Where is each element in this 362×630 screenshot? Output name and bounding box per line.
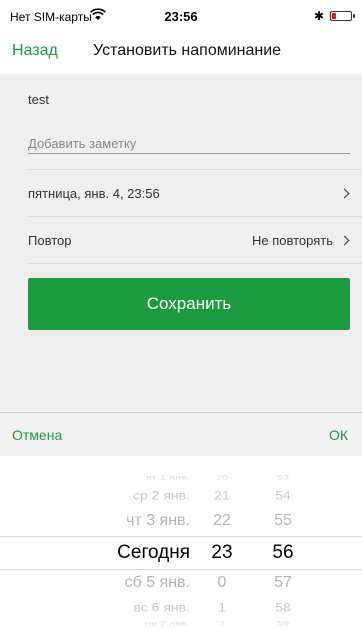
- picker-toolbar: Отмена ОК: [0, 412, 362, 456]
- picker-item: вт 1 янв.: [146, 474, 190, 482]
- cancel-button[interactable]: Отмена: [12, 427, 62, 443]
- minute-wheel[interactable]: 53 54 55 56 57 58 59: [258, 456, 308, 630]
- ok-button[interactable]: ОК: [329, 427, 348, 443]
- picker-item-selected: Сегодня: [117, 542, 190, 563]
- picker-item: 54: [275, 488, 291, 502]
- picker-item: 22: [213, 512, 231, 529]
- repeat-label: Повтор: [28, 232, 72, 248]
- battery-low-icon: [330, 11, 355, 21]
- divider: [28, 263, 362, 264]
- picker-item-selected: 23: [211, 542, 233, 563]
- date-row[interactable]: пятница, янв. 4, 23:56: [0, 170, 362, 216]
- reminder-form: test пятница, янв. 4, 23:56 Повтор Не по…: [0, 74, 362, 412]
- repeat-value: Не повторять: [251, 232, 333, 248]
- repeat-value-group: Не повторять: [251, 232, 350, 248]
- note-row: [0, 136, 362, 156]
- back-button[interactable]: Назад: [12, 42, 58, 60]
- picker-item-selected: 56: [272, 542, 294, 563]
- picker-item: сб 5 янв.: [124, 574, 190, 591]
- picker-item: 20: [215, 474, 229, 482]
- status-time: 23:56: [164, 9, 198, 24]
- note-input[interactable]: [28, 136, 350, 154]
- repeat-row[interactable]: Повтор Не повторять: [0, 217, 362, 263]
- picker-item: 0: [217, 574, 227, 591]
- picker-item: 53: [276, 474, 290, 482]
- picker-item: 57: [274, 574, 292, 591]
- reminder-title[interactable]: test: [0, 92, 362, 112]
- picker-item: чт 3 янв.: [126, 512, 190, 529]
- date-value: пятница, янв. 4, 23:56: [28, 185, 160, 201]
- picker-item: вс 6 янв.: [133, 600, 191, 614]
- page-title: Установить напоминание: [93, 42, 282, 59]
- day-wheel[interactable]: вт 1 янв. ср 2 янв. чт 3 янв. Сегодня сб…: [60, 456, 190, 630]
- save-button[interactable]: Сохранить: [28, 278, 350, 330]
- picker-item: 58: [275, 600, 291, 614]
- date-time-picker: вт 1 янв. ср 2 янв. чт 3 янв. Сегодня сб…: [0, 456, 362, 630]
- status-bar: Нет SIM-карты 23:56 ✱: [0, 0, 362, 34]
- navigation-bar: Назад Установить напоминание: [0, 34, 362, 74]
- bluetooth-icon: ✱: [313, 9, 324, 23]
- picker-item: ср 2 янв.: [133, 488, 190, 502]
- picker-item: 59: [276, 620, 290, 628]
- chevron-right-icon: [339, 235, 350, 245]
- picker-item: 21: [214, 488, 230, 502]
- hour-wheel[interactable]: 20 21 22 23 0 1 2: [200, 456, 244, 630]
- picker-item: 1: [218, 600, 226, 614]
- picker-item: 2: [218, 620, 226, 628]
- picker-item: пн 7 янв.: [144, 620, 190, 628]
- picker-item: 55: [274, 512, 292, 529]
- chevron-right-icon: [339, 188, 350, 198]
